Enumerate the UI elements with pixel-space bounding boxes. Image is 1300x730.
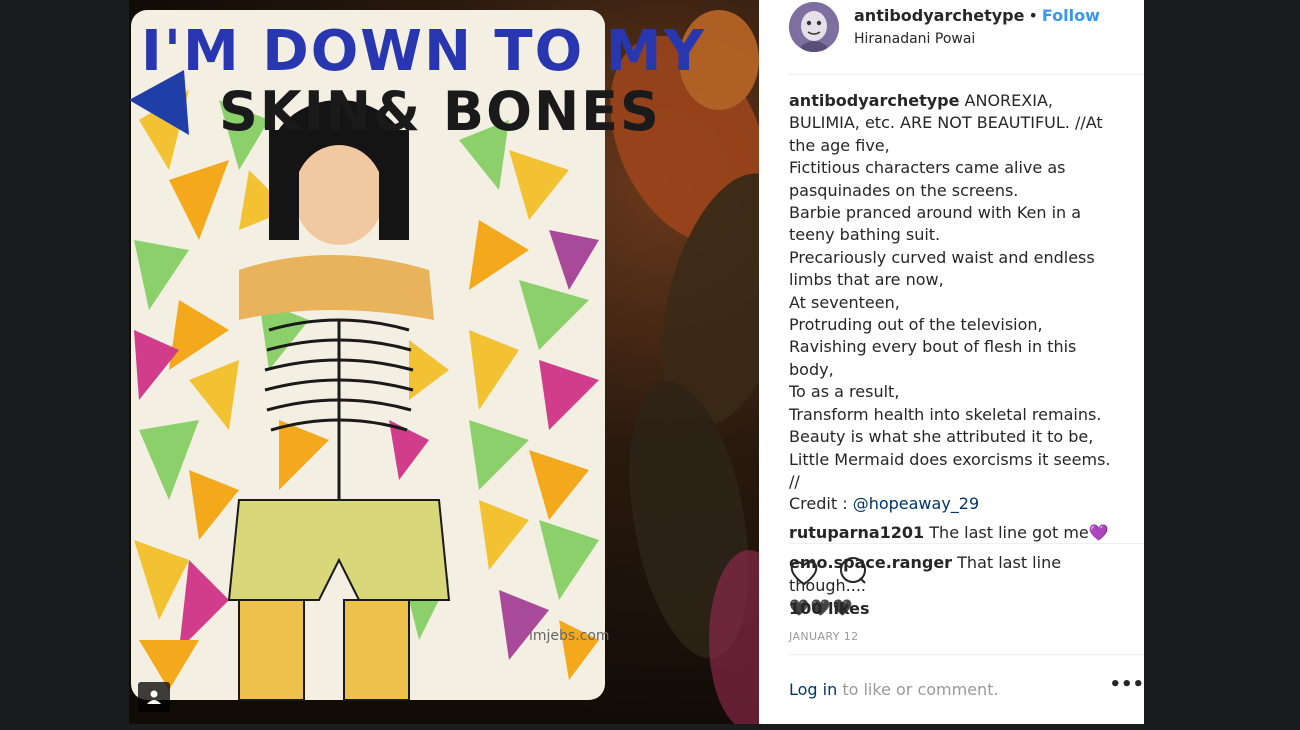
follow-button[interactable]: Follow xyxy=(1042,6,1100,25)
artwork-watermark: imjebs.com xyxy=(529,628,610,644)
login-prompt-text: to like or comment. xyxy=(837,680,999,699)
divider xyxy=(789,543,1144,544)
login-link[interactable]: Log in xyxy=(789,680,837,699)
separator-dot: • xyxy=(1028,6,1038,25)
post-image[interactable]: I'M DOWN TO MY SKIN& BONES imjebs.com xyxy=(129,0,759,724)
user-tag-button[interactable] xyxy=(138,682,170,712)
login-prompt: Log in to like or comment. xyxy=(789,680,999,699)
post-date[interactable]: JANUARY 12 xyxy=(789,630,859,643)
divider xyxy=(789,654,1144,655)
like-button[interactable] xyxy=(789,558,819,590)
caption-text: ANOREXIA, BULIMIA, etc. ARE NOT BEAUTIFU… xyxy=(789,91,1111,514)
post-modal: I'M DOWN TO MY SKIN& BONES imjebs.com an… xyxy=(129,0,1144,724)
comment-text: The last line got me xyxy=(929,522,1089,542)
avatar[interactable] xyxy=(789,2,839,52)
comment-username[interactable]: rutuparna1201 xyxy=(789,523,924,542)
location-link[interactable]: Hiranadani Powai xyxy=(854,31,975,47)
caption: antibodyarchetype ANOREXIA, BULIMIA, etc… xyxy=(789,90,1124,516)
header-username[interactable]: antibodyarchetype xyxy=(854,6,1024,25)
caption-mention-link[interactable]: @hopeaway_29 xyxy=(853,494,979,513)
speech-bubble-icon xyxy=(840,557,867,584)
comment-item: rutuparna1201 The last line got me💜 xyxy=(789,522,1124,544)
heart-icon xyxy=(790,561,818,586)
caption-username[interactable]: antibodyarchetype xyxy=(789,91,959,110)
artwork-illustration: I'M DOWN TO MY SKIN& BONES imjebs.com xyxy=(129,10,759,724)
artwork-title-line1: I'M DOWN TO MY xyxy=(141,19,706,84)
artwork-title-line2: SKIN& BONES xyxy=(219,80,661,143)
post-header: antibodyarchetype • Follow Hiranadani Powa… xyxy=(789,0,1144,75)
purple-heart-emoji: 💜 xyxy=(1088,522,1109,542)
comment-button[interactable] xyxy=(838,556,868,590)
likes-count[interactable]: 100 likes xyxy=(789,599,870,618)
post-sidebar: antibodyarchetype • Follow Hiranadani Powa… xyxy=(759,0,1144,724)
person-icon xyxy=(147,690,161,704)
avatar-image xyxy=(789,2,839,52)
action-bar xyxy=(789,556,882,590)
more-options-button[interactable]: ••• xyxy=(1109,674,1144,695)
comments-list: antibodyarchetype ANOREXIA, BULIMIA, etc… xyxy=(789,90,1124,627)
